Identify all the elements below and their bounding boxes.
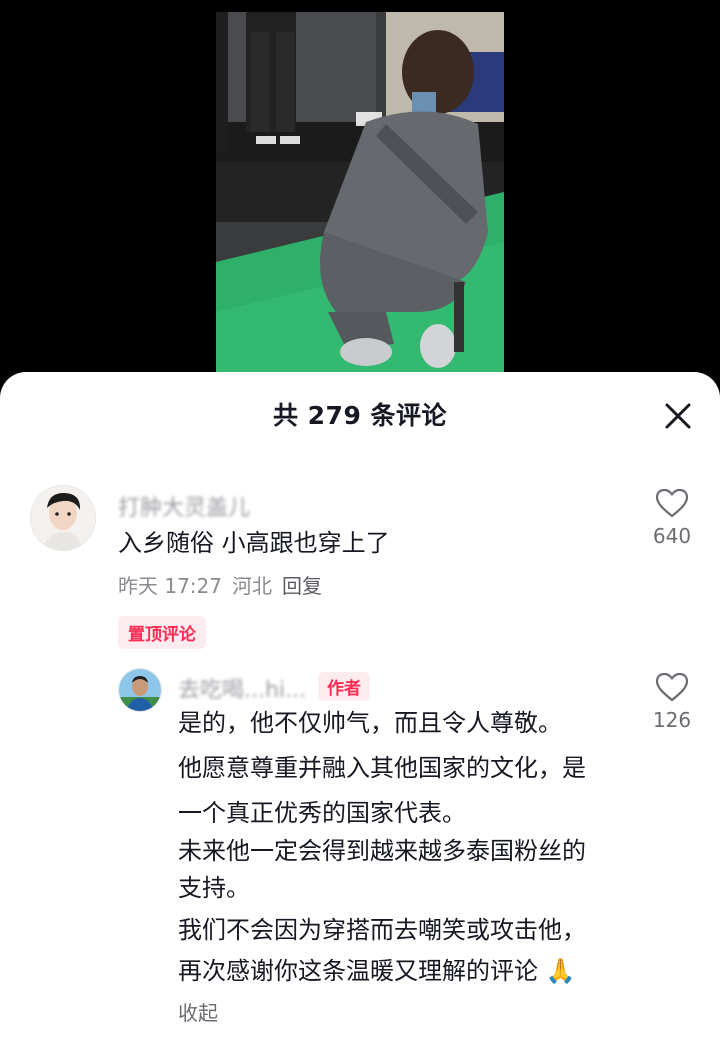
comment-count-title: 共 279 条评论 bbox=[272, 401, 448, 430]
reply-last-line: 再次感谢你这条温暖又理解的评论 🙏 bbox=[178, 950, 576, 992]
reply-line: 他愿意尊重并融入其他国家的文化，是 bbox=[178, 754, 586, 782]
reply-like-button[interactable]: 126 bbox=[640, 672, 704, 732]
comment-location: 河北 bbox=[232, 574, 272, 598]
heart-outline-icon bbox=[655, 672, 689, 702]
reply-line: 再次感谢你这条温暖又理解的评论 bbox=[178, 957, 538, 985]
comment-meta: 昨天 17:27 河北 回复 bbox=[118, 570, 322, 599]
author-badge: 作者 bbox=[318, 672, 370, 701]
video-player[interactable] bbox=[0, 0, 720, 390]
reply-line: 未来他一定会得到越来越多泰国粉丝的 bbox=[178, 837, 586, 865]
avatar-image bbox=[31, 486, 95, 550]
reply-like-count: 126 bbox=[652, 708, 692, 732]
collapse-button[interactable]: 收起 bbox=[178, 997, 218, 1026]
comment-sheet: 共 279 条评论 打肿大灵盖儿 入乡随俗 小高跟也穿上了 昨天 17:27 河北… bbox=[0, 372, 720, 1037]
reply-button[interactable]: 回复 bbox=[282, 574, 322, 598]
close-button[interactable] bbox=[658, 396, 698, 436]
comment-text: 入乡随俗 小高跟也穿上了 bbox=[118, 529, 390, 557]
reply-line: 一个真正优秀的国家代表。 bbox=[178, 799, 466, 827]
reply-line: 是的，他不仅帅气，而且令人尊敬。 bbox=[178, 709, 562, 737]
avatar-image bbox=[119, 669, 161, 711]
pray-emoji-icon: 🙏 bbox=[545, 957, 576, 985]
video-still bbox=[216, 12, 504, 372]
reply-username[interactable]: 去吃喝...hi... bbox=[178, 672, 306, 704]
reply-avatar[interactable] bbox=[118, 668, 162, 712]
comment-time: 昨天 17:27 bbox=[118, 574, 222, 598]
avatar[interactable] bbox=[30, 485, 96, 551]
reply-line: 我们不会因为穿搭而去嘲笑或攻击他， bbox=[178, 916, 586, 944]
like-button[interactable]: 640 bbox=[640, 488, 704, 548]
comment-username[interactable]: 打肿大灵盖儿 bbox=[118, 490, 250, 522]
video-frame[interactable] bbox=[216, 12, 504, 372]
heart-outline-icon bbox=[655, 488, 689, 518]
reply-line: 支持。 bbox=[178, 874, 250, 902]
like-count: 640 bbox=[652, 524, 692, 548]
pinned-comment-badge: 置顶评论 bbox=[118, 616, 206, 649]
close-icon bbox=[665, 403, 691, 429]
